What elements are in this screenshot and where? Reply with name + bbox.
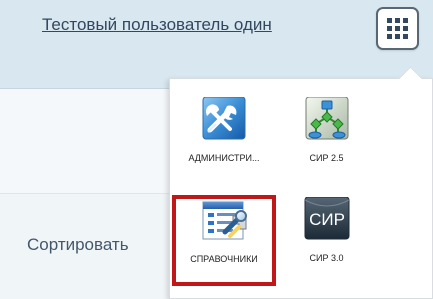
app-tile-directories[interactable]: СПРАВОЧНИКИ: [172, 195, 276, 286]
apps-menu-panel: АДМИНИСТРИ... СИР 2.5 СПРАВОЧНИКИ СИР СИ…: [169, 78, 433, 299]
app-label-directories: СПРАВОЧНИКИ: [190, 254, 258, 264]
app-label-cip-3-0: СИР 3.0: [309, 253, 344, 263]
app-tile-cip-3-0[interactable]: СИР СИР 3.0: [288, 195, 365, 286]
sort-label[interactable]: Сортировать: [27, 235, 129, 255]
user-menu-link-wrapper[interactable]: Тестовый пользователь один: [42, 11, 272, 39]
app-label-administration: АДМИНИСТРИ...: [188, 153, 260, 163]
app-launcher-button[interactable]: [376, 7, 419, 50]
page: Тестовый пользователь один Сортировать А…: [0, 0, 433, 299]
app-label-cip-2-5: СИР 2.5: [309, 153, 344, 163]
top-header: Тестовый пользователь один: [0, 0, 433, 89]
user-menu-link[interactable]: Тестовый пользователь один: [42, 15, 272, 35]
admin-tools-icon: [202, 97, 246, 140]
app-tile-cip-2-5[interactable]: СИР 2.5: [288, 95, 365, 186]
grid-icon: [385, 16, 410, 41]
network-diagram-icon: [305, 97, 348, 140]
cir-badge-text: СИР: [309, 210, 345, 229]
directory-book-icon: [202, 201, 247, 240]
app-tile-administration[interactable]: АДМИНИСТРИ...: [172, 95, 276, 186]
cir-dark-icon: СИР: [304, 197, 349, 240]
